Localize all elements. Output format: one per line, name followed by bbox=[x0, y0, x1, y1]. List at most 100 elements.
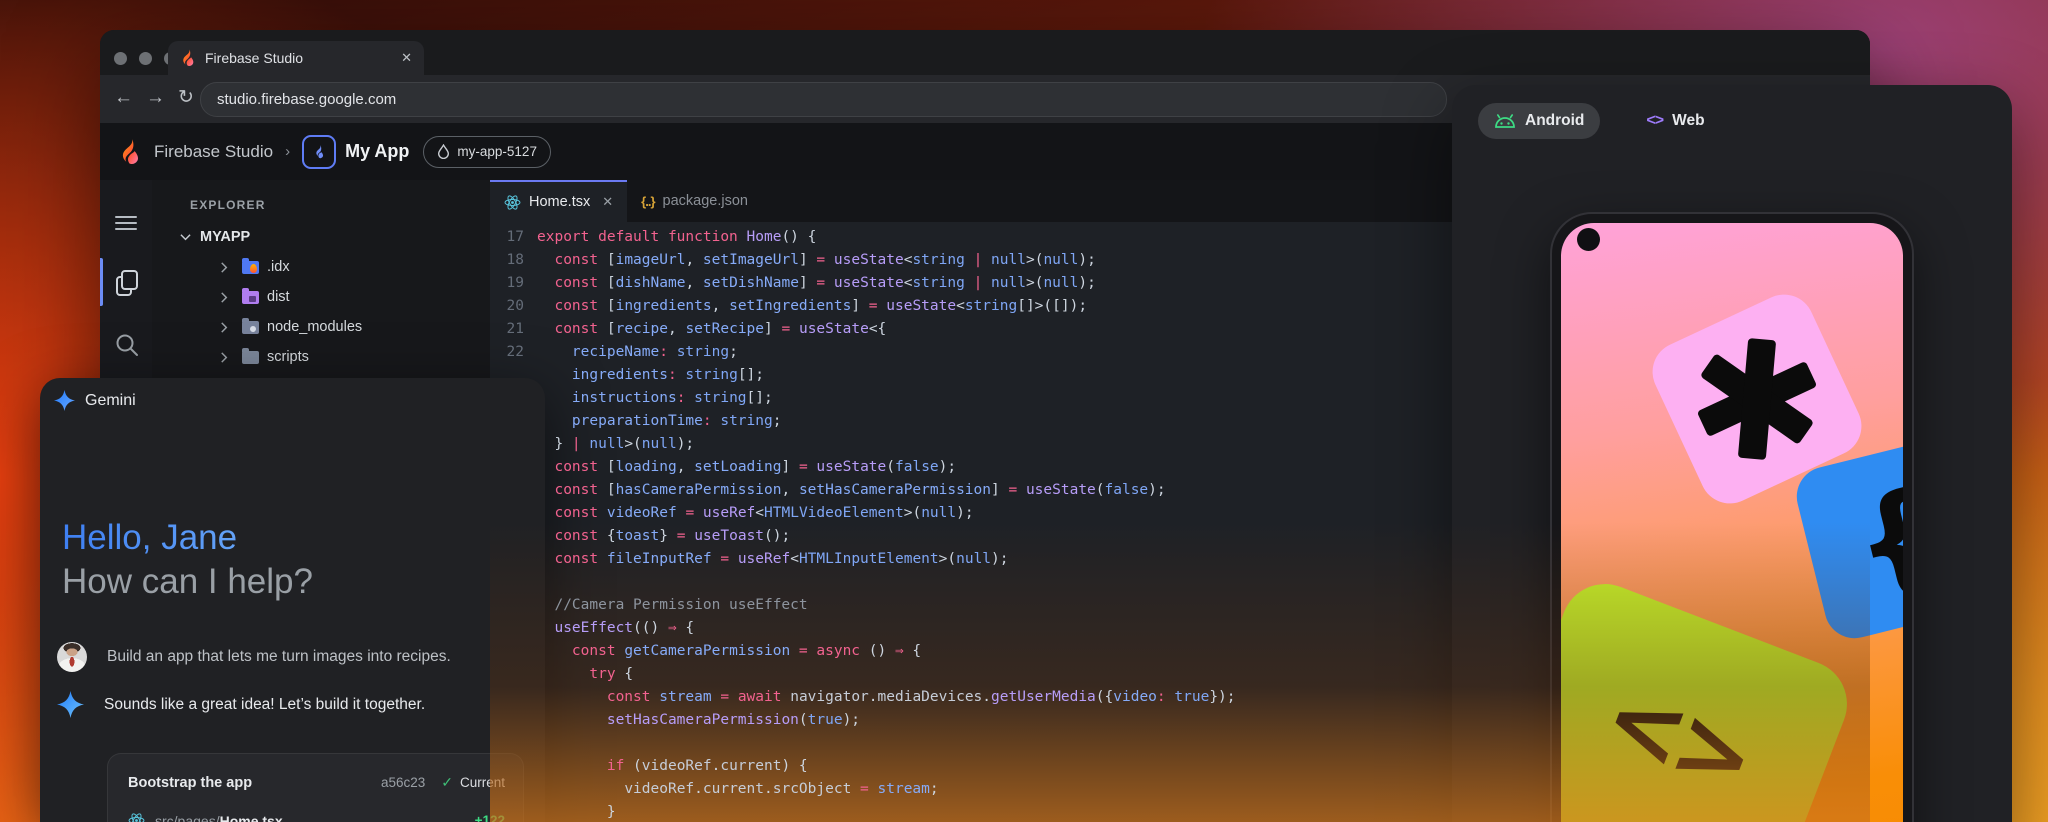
explorer-files-icon[interactable] bbox=[114, 268, 140, 298]
firebase-flame-logo bbox=[118, 138, 142, 166]
chevron-right-icon bbox=[220, 262, 234, 273]
chevron-right-icon bbox=[220, 292, 234, 303]
code-brackets-icon: <> bbox=[1646, 112, 1663, 130]
react-icon bbox=[504, 194, 521, 211]
code-line[interactable] bbox=[490, 571, 1870, 594]
back-icon[interactable]: ← bbox=[114, 85, 133, 111]
toggle-android-label: Android bbox=[1525, 112, 1584, 130]
firebase-flame-icon bbox=[180, 49, 196, 67]
folder-icon bbox=[242, 321, 259, 334]
code-line[interactable]: videoRef.current.srcObject = stream; bbox=[490, 778, 1870, 801]
json-braces-icon: {..} bbox=[641, 194, 654, 209]
tree-item-node_modules[interactable]: node_modules bbox=[152, 312, 490, 342]
address-bar-url: studio.firebase.google.com bbox=[217, 91, 396, 108]
gemini-message-text: Sounds like a great idea! Let’s build it… bbox=[104, 696, 425, 714]
chevron-right-icon bbox=[220, 352, 234, 363]
window-control-dot[interactable] bbox=[139, 52, 152, 65]
explorer-title: EXPLORER bbox=[190, 198, 266, 212]
code-line[interactable]: setHasCameraPermission(true); bbox=[490, 709, 1870, 732]
app-prototype-icon bbox=[302, 135, 336, 169]
user-message-text: Build an app that lets me turn images in… bbox=[107, 648, 451, 666]
search-icon[interactable] bbox=[114, 332, 140, 358]
code-line[interactable]: const {toast} = useToast(); bbox=[490, 525, 1870, 548]
toggle-web[interactable]: <> Web bbox=[1630, 103, 1720, 139]
editor-tab-label: package.json bbox=[663, 193, 748, 209]
gemini-title: Gemini bbox=[85, 392, 136, 410]
forward-icon[interactable]: → bbox=[146, 85, 165, 111]
tree-item-scripts[interactable]: scripts bbox=[152, 342, 490, 372]
changed-file-path: src/pages/Home.tsx bbox=[155, 813, 283, 822]
gemini-greeting-question: How can I help? bbox=[62, 562, 313, 602]
app-id-badge[interactable]: my-app-5127 bbox=[423, 136, 551, 168]
bootstrap-card-header: Bootstrap the app a56c23 ✓ Current bbox=[128, 774, 505, 791]
code-line[interactable]: const [hasCameraPermission, setHasCamera… bbox=[490, 479, 1870, 502]
code-line[interactable]: if (videoRef.current) { bbox=[490, 755, 1870, 778]
droplet-icon bbox=[437, 144, 450, 159]
folder-icon bbox=[242, 291, 259, 304]
breadcrumb-product[interactable]: Firebase Studio bbox=[154, 142, 273, 162]
gemini-star-icon bbox=[54, 390, 75, 411]
gemini-header: Gemini bbox=[54, 390, 136, 411]
card-title: Bootstrap the app bbox=[128, 775, 252, 791]
code-line[interactable]: try { bbox=[490, 663, 1870, 686]
user-chat-message: Build an app that lets me turn images in… bbox=[57, 642, 451, 672]
code-line[interactable]: ingredients: string[]; bbox=[490, 364, 1870, 387]
check-icon: ✓ bbox=[441, 774, 453, 791]
react-icon bbox=[128, 812, 145, 822]
window-control-dot[interactable] bbox=[114, 52, 127, 65]
gemini-chat-message: Sounds like a great idea! Let’s build it… bbox=[57, 691, 425, 718]
code-line[interactable]: 21 const [recipe, setRecipe] = useState<… bbox=[490, 318, 1870, 341]
browser-tab[interactable]: Firebase Studio ✕ bbox=[168, 41, 424, 75]
chevron-right-icon bbox=[220, 322, 234, 333]
code-line[interactable]: const stream = await navigator.mediaDevi… bbox=[490, 686, 1870, 709]
editor-tab-label: Home.tsx bbox=[529, 194, 590, 210]
commit-hash: a56c23 bbox=[381, 775, 425, 790]
folder-icon bbox=[242, 261, 259, 274]
breadcrumb-app-name[interactable]: My App bbox=[345, 141, 409, 162]
code-line[interactable]: 20 const [ingredients, setIngredients] =… bbox=[490, 295, 1870, 318]
editor-area: Home.tsx ✕ {..} package.json 17export defau… bbox=[490, 180, 1870, 822]
tree-root-myapp[interactable]: MYAPP bbox=[152, 222, 490, 252]
app-id-label: my-app-5127 bbox=[457, 144, 537, 159]
folder-icon bbox=[242, 351, 259, 364]
breadcrumb-separator-icon: › bbox=[285, 143, 290, 160]
code-line[interactable]: const getCameraPermission = async () ⇒ { bbox=[490, 640, 1870, 663]
code-line[interactable]: preparationTime: string; bbox=[490, 410, 1870, 433]
code-line[interactable]: } | null>(null); bbox=[490, 433, 1870, 456]
bootstrap-card[interactable]: Bootstrap the app a56c23 ✓ Current src/p… bbox=[107, 753, 524, 822]
code-viewport[interactable]: 17export default function Home() {18 con… bbox=[490, 222, 1870, 822]
code-line[interactable]: useEffect(() ⇒ { bbox=[490, 617, 1870, 640]
code-line[interactable]: const fileInputRef = useRef<HTMLInputEle… bbox=[490, 548, 1870, 571]
gemini-panel: Gemini Hello, Jane How can I help? Build… bbox=[40, 378, 545, 822]
code-line[interactable] bbox=[490, 732, 1870, 755]
android-robot-icon bbox=[1494, 114, 1516, 128]
code-line[interactable]: const [loading, setLoading] = useState(f… bbox=[490, 456, 1870, 479]
editor-tab-package.json[interactable]: {..} package.json bbox=[627, 180, 762, 222]
platform-toggle: Android <> Web bbox=[1478, 103, 1721, 139]
editor-tab-Home.tsx[interactable]: Home.tsx ✕ bbox=[490, 180, 627, 222]
code-line[interactable]: const videoRef = useRef<HTMLVideoElement… bbox=[490, 502, 1870, 525]
code-line[interactable]: 19 const [dishName, setDishName] = useSt… bbox=[490, 272, 1870, 295]
tab-close-icon[interactable]: ✕ bbox=[602, 194, 613, 210]
toggle-android[interactable]: Android bbox=[1478, 103, 1600, 139]
code-line[interactable]: 18 const [imageUrl, setImageUrl] = useSt… bbox=[490, 249, 1870, 272]
tab-close-icon[interactable]: ✕ bbox=[401, 50, 412, 66]
code-line[interactable]: //Camera Permission useEffect bbox=[490, 594, 1870, 617]
reload-icon[interactable]: ↻ bbox=[178, 85, 194, 111]
changed-file-row[interactable]: src/pages/Home.tsx +122 bbox=[128, 812, 505, 822]
tree-item-idx[interactable]: .idx bbox=[152, 252, 490, 282]
browser-tab-strip: Firebase Studio ✕ bbox=[100, 30, 1870, 75]
gemini-greeting-name: Hello, Jane bbox=[62, 518, 237, 558]
gemini-star-icon bbox=[57, 691, 84, 718]
menu-hamburger-icon[interactable] bbox=[114, 214, 138, 232]
code-content[interactable]: 17export default function Home() {18 con… bbox=[490, 222, 1870, 822]
code-line[interactable]: 22 recipeName: string; bbox=[490, 341, 1870, 364]
user-avatar bbox=[57, 642, 87, 672]
code-line[interactable]: } bbox=[490, 801, 1870, 822]
code-line[interactable]: instructions: string[]; bbox=[490, 387, 1870, 410]
code-line[interactable]: 17export default function Home() { bbox=[490, 226, 1870, 249]
desktop-background: Firebase Studio ✕ ← → ↻ studio.firebase.… bbox=[0, 0, 2048, 822]
tree-item-dist[interactable]: dist bbox=[152, 282, 490, 312]
address-bar[interactable]: studio.firebase.google.com bbox=[200, 82, 1447, 117]
toggle-web-label: Web bbox=[1672, 112, 1704, 130]
